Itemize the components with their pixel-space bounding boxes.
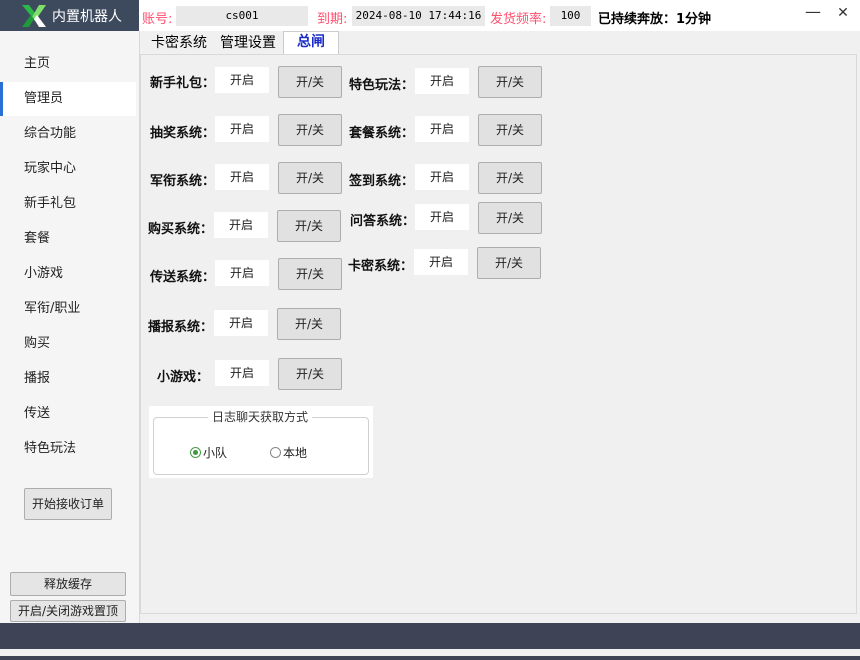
expire-label: 到期: [317, 12, 348, 27]
toggle-quiz-button[interactable]: 开/关 [478, 202, 542, 234]
tab-card-system[interactable]: 卡密系统 [146, 33, 212, 54]
sidebar-item-home[interactable]: 主页 [0, 47, 136, 81]
status-bar [0, 623, 860, 649]
release-cache-button[interactable]: 释放缓存 [10, 572, 126, 596]
toggle-package-button[interactable]: 开/关 [478, 114, 542, 146]
sustain-text: 已持续奔放：1分钟 [598, 12, 712, 27]
radio-unselected-icon [270, 447, 281, 458]
status-lottery: 开启 [215, 116, 269, 142]
tab-management[interactable]: 管理设置 [214, 33, 282, 54]
toggle-lottery-button[interactable]: 开/关 [278, 114, 342, 146]
toggle-rank-button[interactable]: 开/关 [278, 162, 342, 194]
status-card: 开启 [414, 249, 468, 275]
sidebar: 主页 管理员 综合功能 玩家中心 新手礼包 套餐 小游戏 军衔/职业 购买 播报… [0, 31, 140, 623]
toggle-teleport-button[interactable]: 开/关 [278, 258, 342, 290]
row-label-broadcast: 播报系统： [148, 320, 214, 335]
bottom-line [0, 656, 860, 660]
sidebar-item-newbie-pack[interactable]: 新手礼包 [0, 187, 136, 221]
minimize-button[interactable]: — [805, 4, 821, 20]
expire-field[interactable]: 2024-08-10 17:44:16 [352, 6, 485, 26]
status-minigame: 开启 [215, 360, 269, 386]
status-rank: 开启 [215, 164, 269, 190]
row-label-quiz: 问答系统： [350, 214, 416, 229]
sidebar-item-teleport[interactable]: 传送 [0, 397, 136, 431]
status-signin: 开启 [415, 164, 469, 190]
radio-local[interactable]: 本地 [270, 444, 307, 461]
row-label-purchase: 购买系统： [148, 222, 214, 237]
status-broadcast: 开启 [214, 310, 268, 336]
sidebar-item-purchase[interactable]: 购买 [0, 327, 136, 361]
row-label-special: 特色玩法： [349, 78, 415, 93]
sidebar-item-minigame[interactable]: 小游戏 [0, 257, 136, 291]
radio-team-label: 小队 [203, 446, 228, 460]
toggle-purchase-button[interactable]: 开/关 [277, 210, 341, 242]
toggle-minigame-button[interactable]: 开/关 [278, 358, 342, 390]
toggle-broadcast-button[interactable]: 开/关 [277, 308, 341, 340]
toggle-special-button[interactable]: 开/关 [478, 66, 542, 98]
sidebar-item-player-center[interactable]: 玩家中心 [0, 152, 136, 186]
status-special: 开启 [415, 68, 469, 94]
row-label-signin: 签到系统： [349, 174, 415, 189]
status-quiz: 开启 [415, 204, 469, 230]
sidebar-item-broadcast[interactable]: 播报 [0, 362, 136, 396]
rate-field[interactable]: 100 [550, 6, 591, 26]
account-field[interactable]: cs001 [176, 6, 308, 26]
rate-label: 发货频率: [490, 12, 547, 27]
status-purchase: 开启 [214, 212, 268, 238]
toggle-card-button[interactable]: 开/关 [477, 247, 541, 279]
sidebar-item-package[interactable]: 套餐 [0, 222, 136, 256]
log-group-title: 日志聊天获取方式 [208, 408, 313, 425]
account-label: 账号: [142, 12, 173, 27]
row-label-lottery: 抽奖系统： [150, 126, 216, 141]
radio-selected-icon [190, 447, 201, 458]
sidebar-item-rank[interactable]: 军衔/职业 [0, 292, 136, 326]
radio-team[interactable]: 小队 [190, 444, 227, 461]
row-label-rank: 军衔系统： [150, 174, 216, 189]
toggle-signin-button[interactable]: 开/关 [478, 162, 542, 194]
bottom-strip [0, 649, 860, 656]
row-label-newbie: 新手礼包： [150, 76, 216, 91]
row-label-teleport: 传送系统： [150, 270, 216, 285]
start-orders-button[interactable]: 开始接收订单 [24, 488, 112, 520]
x-logo-icon [22, 5, 46, 27]
status-teleport: 开启 [215, 260, 269, 286]
app-logo: 内置机器人 [0, 0, 139, 31]
app-title: 内置机器人 [52, 9, 122, 25]
sidebar-item-special[interactable]: 特色玩法 [0, 432, 136, 466]
row-label-minigame: 小游戏： [157, 370, 210, 385]
sidebar-item-general[interactable]: 综合功能 [0, 117, 136, 151]
status-package: 开启 [415, 116, 469, 142]
status-newbie: 开启 [215, 67, 269, 93]
close-button[interactable]: ✕ [836, 6, 850, 20]
row-label-package: 套餐系统： [349, 126, 415, 141]
toggle-newbie-button[interactable]: 开/关 [278, 66, 342, 98]
radio-local-label: 本地 [283, 446, 308, 460]
tab-master-switch[interactable]: 总闸 [283, 31, 339, 55]
sidebar-item-admin[interactable]: 管理员 [0, 82, 136, 116]
toggle-topmost-button[interactable]: 开启/关闭游戏置顶 [10, 600, 126, 622]
row-label-card: 卡密系统： [348, 259, 414, 274]
log-group-box [153, 417, 369, 475]
